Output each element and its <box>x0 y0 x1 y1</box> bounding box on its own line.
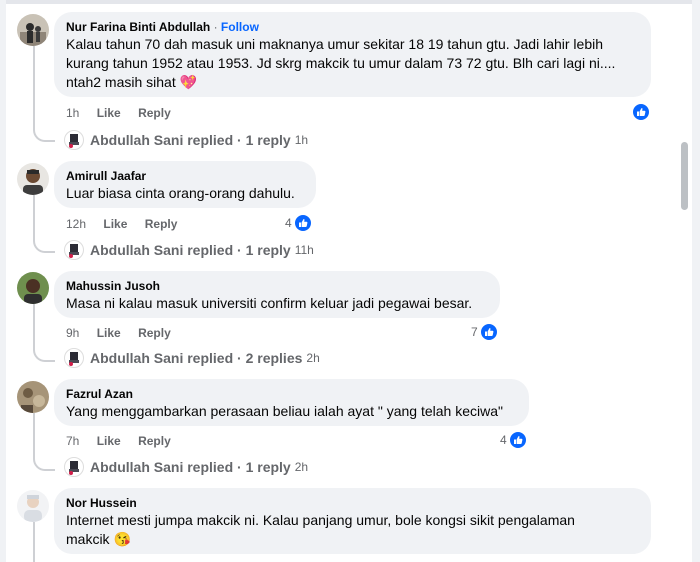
scrollbar-thumb[interactable] <box>681 142 688 210</box>
author-name[interactable]: Nor Hussein <box>66 495 639 511</box>
comment-text: Internet mesti jumpa makcik ni. Kalau pa… <box>66 512 575 547</box>
comment-actions: 12h Like Reply <box>66 216 177 232</box>
like-icon <box>293 214 312 232</box>
replies-time: 11h <box>294 243 314 257</box>
comment-bubble: Nur Farina Binti Abdullah · Follow Kalau… <box>54 12 651 97</box>
author-name[interactable]: Fazrul Azan <box>66 386 517 402</box>
replies-time: 2h <box>294 460 309 474</box>
replies-time: 2h <box>306 351 320 365</box>
timestamp[interactable]: 1h <box>66 106 79 120</box>
thread-curve <box>33 348 55 362</box>
avatar[interactable] <box>17 490 49 522</box>
replies-summary[interactable]: Abdullah Sani replied · 1 reply 2h <box>64 457 308 477</box>
thread-curve <box>33 128 55 142</box>
reaction-number: 7 <box>471 325 478 339</box>
replies-text: Abdullah Sani replied · 1 reply <box>90 242 291 258</box>
thread-line <box>33 46 35 130</box>
follow-button[interactable]: Follow <box>221 20 259 34</box>
comment-text: Kalau tahun 70 dah masuk uni maknanya um… <box>66 36 616 90</box>
reaction-count[interactable]: 4 <box>500 431 527 449</box>
replies-text: Abdullah Sani replied · 2 replies <box>90 350 303 366</box>
replier-avatar <box>64 348 84 368</box>
reply-button[interactable]: Reply <box>138 106 171 120</box>
timestamp[interactable]: 9h <box>66 326 79 340</box>
reaction-number: 4 <box>285 216 292 230</box>
like-icon <box>508 431 527 449</box>
like-icon <box>632 103 650 121</box>
thread-line <box>33 195 35 241</box>
like-button[interactable]: Like <box>97 434 121 448</box>
reaction-number: 4 <box>500 433 507 447</box>
comment-text: Masa ni kalau masuk universiti confirm k… <box>66 295 473 311</box>
avatar[interactable] <box>17 163 49 195</box>
comment-bubble: Amirull Jaafar Luar biasa cinta orang-or… <box>54 161 316 208</box>
replier-avatar <box>64 130 84 150</box>
reaction-count[interactable]: 4 <box>285 214 312 232</box>
avatar[interactable] <box>17 14 49 46</box>
timestamp[interactable]: 7h <box>66 434 79 448</box>
separator-dot: · <box>213 20 218 34</box>
reaction-count[interactable] <box>632 103 650 121</box>
comment-bubble: Mahussin Jusoh Masa ni kalau masuk unive… <box>54 271 500 318</box>
top-divider <box>0 0 700 4</box>
timestamp[interactable]: 12h <box>66 217 86 231</box>
reply-button[interactable]: Reply <box>138 434 171 448</box>
thread-line <box>33 413 35 459</box>
like-button[interactable]: Like <box>97 326 121 340</box>
avatar[interactable] <box>17 272 49 304</box>
like-button[interactable]: Like <box>97 106 121 120</box>
thread-line <box>33 522 35 562</box>
comment-actions: 7h Like Reply <box>66 433 171 449</box>
thread-line <box>33 304 35 350</box>
comment-bubble: Fazrul Azan Yang menggambarkan perasaan … <box>54 379 529 426</box>
reaction-count[interactable]: 7 <box>471 323 498 341</box>
avatar[interactable] <box>17 381 49 413</box>
replies-text: Abdullah Sani replied · 1 reply <box>90 132 291 148</box>
like-icon <box>479 323 498 341</box>
replier-avatar <box>64 240 84 260</box>
reply-button[interactable]: Reply <box>138 326 171 340</box>
thread-curve <box>33 239 55 253</box>
author-name[interactable]: Mahussin Jusoh <box>66 278 488 294</box>
replies-summary[interactable]: Abdullah Sani replied · 1 reply 11h <box>64 240 314 260</box>
replier-avatar <box>64 457 84 477</box>
reply-button[interactable]: Reply <box>145 217 178 231</box>
left-edge <box>0 0 6 562</box>
author-name[interactable]: Amirull Jaafar <box>66 168 304 184</box>
comment-bubble: Nor Hussein Internet mesti jumpa makcik … <box>54 488 651 554</box>
scrollbar-track[interactable] <box>680 4 692 562</box>
like-button[interactable]: Like <box>103 217 127 231</box>
right-edge <box>692 0 700 562</box>
comment-text: Yang menggambarkan perasaan beliau ialah… <box>66 403 503 419</box>
author-name[interactable]: Nur Farina Binti Abdullah <box>66 20 210 34</box>
replies-summary[interactable]: Abdullah Sani replied · 1 reply 1h <box>64 130 308 150</box>
replies-text: Abdullah Sani replied · 1 reply <box>90 459 291 475</box>
comment-actions: 1h Like Reply <box>66 105 171 121</box>
replies-summary[interactable]: Abdullah Sani replied · 2 replies 2h <box>64 348 320 368</box>
thread-curve <box>33 457 55 471</box>
comment-actions: 9h Like Reply <box>66 325 171 341</box>
replies-time: 1h <box>294 133 309 147</box>
comment-text: Luar biasa cinta orang-orang dahulu. <box>66 185 295 201</box>
